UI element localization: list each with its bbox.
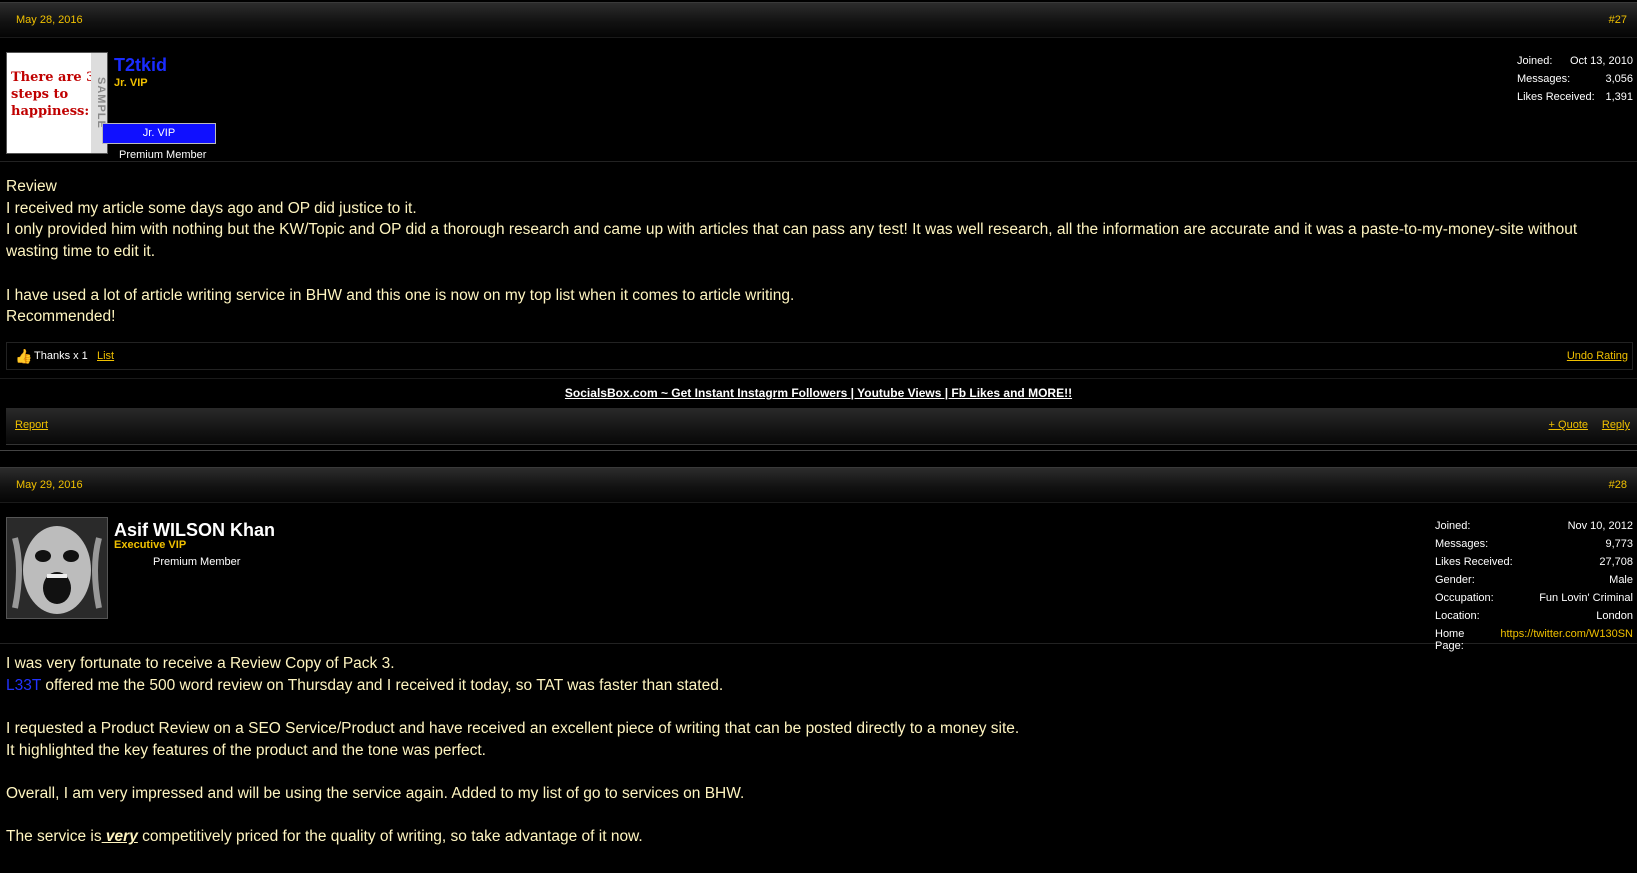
message-line: I have used a lot of article writing ser… xyxy=(6,286,795,304)
user-extra-info: Joined: Nov 10, 2012 Messages: 9,773 Likes… xyxy=(1435,519,1633,652)
message-line: I only provided him with nothing but the… xyxy=(6,221,1578,261)
extra-row-joined: Joined: Oct 13, 2010 xyxy=(1517,55,1633,67)
ratings-bar: 👍 Thanks x 1 List Undo Rating xyxy=(6,341,1633,370)
post-divider xyxy=(0,445,1637,451)
user-extra-info: Joined: Oct 13, 2010 Messages: 3,056 Likes… xyxy=(1517,55,1633,109)
extra-row-likes: Likes Received: 27,708 xyxy=(1435,555,1633,568)
extra-row-gender: Gender: Male xyxy=(1435,573,1633,586)
post-27: May 28, 2016 #27 There are 3 steps to ha… xyxy=(0,2,1637,451)
emphasis-very: very xyxy=(101,828,138,846)
screaming-face-icon xyxy=(7,517,107,618)
username[interactable]: T2tkid xyxy=(114,55,167,76)
rank-banner: Jr. VIP xyxy=(102,123,216,144)
post-permalink[interactable]: #27 xyxy=(1609,14,1627,26)
thumbs-up-icon: 👍 xyxy=(15,347,33,364)
message-line: Overall, I am very impressed and will be… xyxy=(6,785,745,803)
user-mention-link[interactable]: L33T xyxy=(6,677,41,694)
message-line: I requested a Product Review on a SEO Se… xyxy=(6,720,1020,737)
user-title: Jr. VIP xyxy=(114,77,148,89)
extra-row-messages: Messages: 9,773 xyxy=(1435,537,1633,550)
quote-button[interactable]: + Quote xyxy=(1549,419,1588,431)
thanks-count: Thanks x 1 xyxy=(34,349,88,362)
reply-button[interactable]: Reply xyxy=(1602,419,1630,431)
message-line: It highlighted the key features of the p… xyxy=(6,741,486,759)
post-header: May 28, 2016 #27 xyxy=(0,2,1637,38)
signature: SocialsBox.com ~ Get Instant Instagrm Fo… xyxy=(0,377,1637,406)
undo-rating-link[interactable]: Undo Rating xyxy=(1567,350,1628,362)
signature-link[interactable]: SocialsBox.com ~ Get Instant Instagrm Fo… xyxy=(565,386,1072,400)
message-line: I received my article some days ago and … xyxy=(6,199,417,217)
post-message: I was very fortunate to receive a Review… xyxy=(0,644,1637,848)
message-line: I was very fortunate to receive a Review… xyxy=(6,654,395,672)
post-date[interactable]: May 28, 2016 xyxy=(16,14,83,26)
extra-row-joined: Joined: Nov 10, 2012 xyxy=(1435,519,1633,532)
homepage-link[interactable]: https://twitter.com/W130SN xyxy=(1500,628,1633,646)
post-message: Review I received my article some days a… xyxy=(0,162,1637,328)
avatar[interactable]: There are 3 steps to happiness: SAMPLE xyxy=(6,52,108,154)
post-date[interactable]: May 29, 2016 xyxy=(16,479,83,491)
premium-badge: Premium Member xyxy=(153,555,241,568)
username[interactable]: Asif WILSON Khan xyxy=(114,520,275,541)
extra-row-messages: Messages: 3,056 xyxy=(1517,73,1633,85)
avatar[interactable] xyxy=(6,516,108,619)
ratings-list-link[interactable]: List xyxy=(97,350,114,362)
user-title: Executive VIP xyxy=(114,538,187,551)
message-line: The service is very competitively priced… xyxy=(6,828,643,846)
message-line: Recommended! xyxy=(6,308,116,326)
report-link[interactable]: Report xyxy=(15,419,48,431)
user-info: Asif WILSON Khan Executive VIP Premium M… xyxy=(0,503,1637,652)
post-permalink[interactable]: #28 xyxy=(1609,479,1627,491)
user-info: There are 3 steps to happiness: SAMPLE T… xyxy=(0,38,1637,162)
message-line: Review xyxy=(6,178,57,195)
avatar-image-text: There are 3 steps to happiness: xyxy=(11,70,96,119)
message-line: L33T offered me the 500 word review on T… xyxy=(6,676,724,694)
extra-row-occupation: Occupation: Fun Lovin' Criminal xyxy=(1435,591,1633,604)
extra-row-location: Location: London xyxy=(1435,609,1633,622)
premium-badge: Premium Member xyxy=(119,149,207,161)
extra-row-homepage: Home Page: https://twitter.com/W130SN xyxy=(1435,627,1633,652)
post-footer: Report + Quote Reply xyxy=(6,407,1637,445)
extra-row-likes: Likes Received: 1,391 xyxy=(1517,91,1633,103)
post-header: May 29, 2016 #28 xyxy=(0,466,1637,503)
post-28: May 29, 2016 #28 Asif WILSON Khan Execut… xyxy=(0,466,1637,848)
